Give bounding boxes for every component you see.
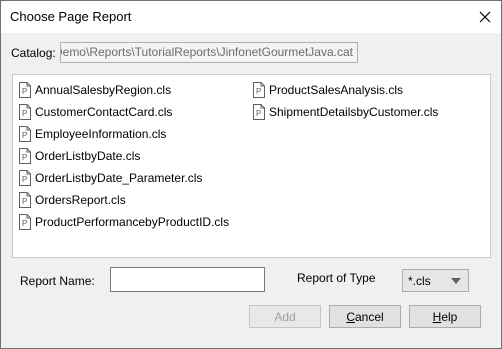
catalog-path-text: ner\Demo\Reports\TutorialReports\Jinfone… — [60, 45, 353, 59]
close-button[interactable] — [469, 1, 501, 33]
add-button[interactable]: Add — [249, 305, 321, 328]
cancel-mnemonic: C — [346, 309, 355, 324]
list-item[interactable]: P CustomerContactCard.cls — [19, 102, 172, 122]
svg-text:P: P — [22, 219, 27, 228]
list-item[interactable]: P ShipmentDetailsbyCustomer.cls — [253, 102, 438, 122]
dialog-title: Choose Page Report — [10, 9, 132, 24]
svg-text:P: P — [22, 197, 27, 206]
catalog-label: Catalog: — [11, 46, 56, 60]
report-file-name: EmployeeInformation.cls — [35, 127, 167, 141]
report-name-label: Report Name: — [20, 274, 95, 288]
help-button-label: elp — [441, 309, 458, 324]
report-file-name: ProductSalesAnalysis.cls — [269, 83, 404, 97]
list-item[interactable]: P OrdersReport.cls — [19, 190, 126, 210]
list-item[interactable]: P AnnualSalesbyRegion.cls — [19, 80, 171, 100]
svg-text:P: P — [256, 109, 261, 118]
report-file-name: AnnualSalesbyRegion.cls — [35, 83, 172, 97]
report-file-name: OrderListbyDate.cls — [35, 149, 141, 163]
report-file-name: ShipmentDetailsbyCustomer.cls — [269, 105, 439, 119]
cancel-button-label: ancel — [354, 309, 384, 324]
report-file-name: OrderListbyDate_Parameter.cls — [35, 171, 203, 185]
page-report-file-icon: P — [253, 104, 265, 120]
svg-text:P: P — [22, 109, 27, 118]
title-bar: Choose Page Report — [1, 1, 501, 33]
page-report-file-icon: P — [19, 214, 31, 230]
report-file-list[interactable]: P AnnualSalesbyRegion.cls P CustomerCont… — [12, 74, 491, 258]
report-file-name: OrdersReport.cls — [35, 193, 126, 207]
report-name-input[interactable] — [110, 267, 265, 292]
list-item[interactable]: P OrderListbyDate_Parameter.cls — [19, 168, 202, 188]
svg-text:P: P — [22, 153, 27, 162]
list-item[interactable]: P ProductSalesAnalysis.cls — [253, 80, 403, 100]
page-report-file-icon: P — [19, 148, 31, 164]
page-report-file-icon: P — [19, 82, 31, 98]
svg-text:P: P — [22, 175, 27, 184]
close-icon — [479, 11, 491, 23]
report-type-label: Report of Type — [297, 271, 376, 285]
report-file-name: CustomerContactCard.cls — [35, 105, 173, 119]
report-file-name: ProductPerformancebyProductID.cls — [35, 215, 230, 229]
chevron-down-icon — [451, 278, 461, 284]
page-report-file-icon: P — [253, 82, 265, 98]
svg-text:P: P — [256, 87, 261, 96]
svg-text:P: P — [22, 131, 27, 140]
page-report-file-icon: P — [19, 104, 31, 120]
page-report-file-icon: P — [19, 126, 31, 142]
page-report-file-icon: P — [19, 170, 31, 186]
report-type-value: *.cls — [408, 274, 431, 288]
help-mnemonic: H — [432, 309, 442, 324]
add-button-label: Add — [274, 309, 296, 324]
svg-text:P: P — [22, 87, 27, 96]
list-item[interactable]: P ProductPerformancebyProductID.cls — [19, 212, 229, 232]
choose-page-report-dialog: Choose Page Report Catalog: ner\Demo\Rep… — [0, 0, 502, 349]
report-type-dropdown[interactable]: *.cls — [402, 269, 469, 292]
help-button[interactable]: Help — [409, 305, 481, 328]
page-report-file-icon: P — [19, 192, 31, 208]
list-item[interactable]: P OrderListbyDate.cls — [19, 146, 140, 166]
catalog-path-field[interactable]: ner\Demo\Reports\TutorialReports\Jinfone… — [60, 42, 358, 63]
list-item[interactable]: P EmployeeInformation.cls — [19, 124, 166, 144]
cancel-button[interactable]: Cancel — [329, 305, 401, 328]
